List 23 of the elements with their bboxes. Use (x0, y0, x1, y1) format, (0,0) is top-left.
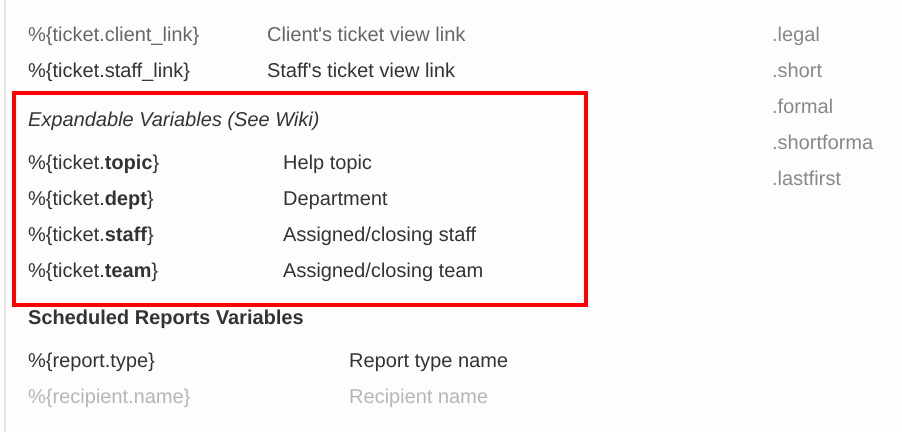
name-format: .short (772, 59, 824, 84)
variable-name: %{recipient.name} (27, 385, 192, 410)
name-format: .shortforma (772, 131, 874, 156)
variable-description: Department (283, 187, 388, 212)
variable-description: Help topic (283, 151, 372, 176)
variable-description: Recipient name (349, 385, 488, 410)
name-format: .formal (772, 95, 834, 120)
variable-description: Assigned/closing team (283, 259, 484, 284)
variable-name: %{ticket.topic} (27, 151, 160, 176)
variable-name: %{ticket.team} (27, 259, 160, 284)
name-format: .lastfirst (772, 167, 842, 192)
section-heading: Scheduled Reports Variables (27, 306, 305, 331)
section-heading: Expandable Variables (See Wiki) (27, 108, 320, 133)
variable-name: %{ticket.client_link} (27, 23, 200, 48)
variable-name: %{report.type} (27, 349, 156, 374)
variable-description: Assigned/closing staff (283, 223, 476, 248)
variable-description: Report type name (349, 349, 508, 374)
name-format: .legal (772, 23, 821, 48)
variable-description: Staff's ticket view link (267, 59, 455, 84)
variable-name: %{ticket.staff} (27, 223, 155, 248)
variable-name: %{ticket.staff_link} (27, 59, 191, 84)
variable-name: %{ticket.dept} (27, 187, 155, 212)
variable-description: Client's ticket view link (267, 23, 466, 48)
